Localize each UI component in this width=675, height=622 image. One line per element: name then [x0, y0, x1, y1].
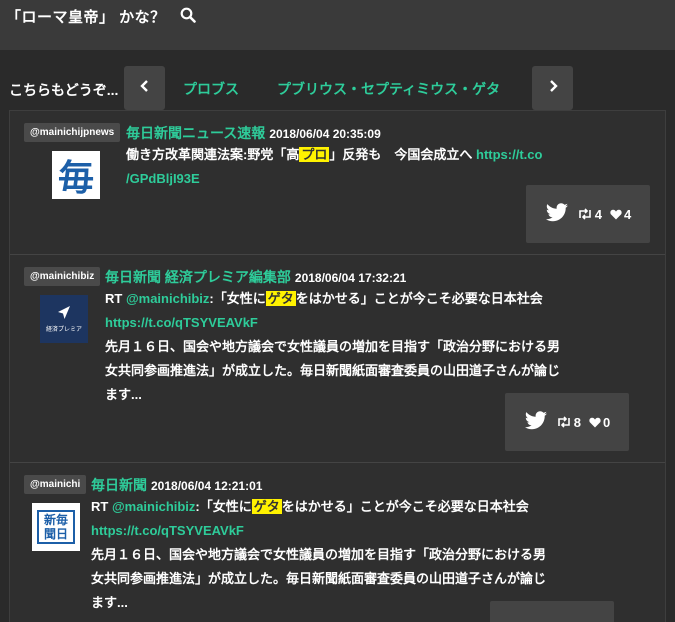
search-icon[interactable]	[180, 7, 196, 23]
handle-badge[interactable]: @mainichibiz	[24, 267, 101, 286]
text-line: 先月１６日、国会や地方議会で女性議員の増加を目指す「政治分野における男	[91, 547, 547, 562]
text-segment: 働き方改革関連法案:野党「高	[126, 147, 300, 162]
avatar[interactable]: 経済プレミア	[40, 295, 88, 343]
tweet-link[interactable]: https://t.co	[476, 147, 542, 162]
rt-prefix: RT	[91, 499, 112, 514]
heart-icon	[610, 209, 622, 219]
like-count[interactable]: 0	[589, 415, 610, 430]
heart-icon	[589, 417, 601, 427]
text-line: 先月１６日、国会や地方議会で女性議員の増加を目指す「政治分野における男	[105, 339, 561, 354]
like-count[interactable]: 4	[610, 207, 631, 222]
avatar[interactable]: 新毎 聞日	[32, 503, 80, 551]
tweet-actions[interactable]	[490, 601, 614, 622]
text-segment: :「女性に	[195, 499, 252, 514]
retweet-number: 4	[594, 206, 602, 222]
author-name[interactable]: 毎日新聞ニュース速報	[126, 125, 265, 141]
tweet-item: @mainichijpnews 毎 毎日新聞ニュース速報 2018/06/04 2…	[10, 111, 665, 255]
related-label: こちらもどうぞ...	[9, 82, 119, 98]
author-name[interactable]: 毎日新聞	[91, 477, 147, 493]
related-link-geta[interactable]: プブリウス・セプティミウス・ゲタ	[277, 79, 500, 99]
rt-handle-link[interactable]: @mainichibiz	[112, 499, 195, 514]
text-segment: :「女性に	[209, 291, 266, 306]
retweet-number: 8	[573, 414, 581, 430]
tweet-date: 2018/06/04 20:35:09	[269, 127, 381, 141]
keyword-highlight: プロ	[299, 147, 330, 162]
like-number: 0	[603, 414, 611, 430]
tweet-link[interactable]: https://t.co/qTSYVEAVkF	[105, 315, 258, 330]
arrow-logo-icon	[58, 306, 70, 319]
rt-handle-link[interactable]: @mainichibiz	[126, 291, 209, 306]
tweet-date: 2018/06/04 12:21:01	[151, 479, 263, 493]
keyword-highlight: ゲタ	[265, 291, 296, 306]
related-bar: こちらもどうぞ... プロブス プブリウス・セプティミウス・ゲタ	[0, 66, 675, 110]
text-line: 女共同参画推進法」が成立した。毎日新聞紙面審査委員の山田道子さんが論じ	[105, 363, 561, 378]
retweet-icon	[557, 416, 570, 428]
author-name[interactable]: 毎日新聞 経済プレミア編集部	[105, 269, 291, 285]
chevron-left-icon	[139, 79, 150, 97]
tweet-item: @mainichibiz 経済プレミア 毎日新聞 経済プレミア編集部 2018/0…	[10, 255, 665, 463]
tweet-header: 毎日新聞 経済プレミア編集部 2018/06/04 17:32:21	[105, 267, 406, 287]
retweet-icon	[578, 208, 591, 220]
handle-badge[interactable]: @mainichi	[24, 475, 87, 494]
like-number: 4	[624, 206, 632, 222]
keyword-highlight: ゲタ	[251, 499, 282, 514]
text-segment: をはかせる」ことが今こそ必要な日本社会	[295, 291, 543, 306]
newspaper-logo-icon: 新毎 聞日	[37, 510, 75, 544]
twitter-bird-icon[interactable]	[524, 410, 548, 434]
tweet-header: 毎日新聞 2018/06/04 12:21:01	[91, 475, 262, 495]
text-segment: 」反発も 今国会成立へ	[329, 147, 473, 162]
search-query-text[interactable]: 「ローマ皇帝」 かな？	[6, 6, 166, 27]
tweet-header: 毎日新聞ニュース速報 2018/06/04 20:35:09	[126, 123, 381, 143]
tweet-link-cont[interactable]: /GPdBljI93E	[126, 171, 200, 186]
retweet-count[interactable]: 8	[556, 415, 581, 430]
tweet-actions: 4 4	[526, 185, 650, 243]
tweet-feed: @mainichijpnews 毎 毎日新聞ニュース速報 2018/06/04 2…	[9, 110, 666, 622]
tweet-item: @mainichi 新毎 聞日 毎日新聞 2018/06/04 12:21:01 …	[10, 463, 665, 622]
retweet-count[interactable]: 4	[577, 207, 602, 222]
avatar[interactable]: 毎	[52, 151, 100, 199]
related-link-probus[interactable]: プロブス	[183, 79, 239, 99]
tweet-text: RT @mainichibiz:「女性に ゲタ をはかせる」ことが今こそ必要な日本社…	[105, 287, 660, 407]
prev-button[interactable]	[124, 66, 165, 110]
tweet-link[interactable]: https://t.co/qTSYVEAVkF	[91, 523, 244, 538]
handle-badge[interactable]: @mainichijpnews	[24, 123, 121, 142]
twitter-bird-icon[interactable]	[545, 202, 569, 226]
tweet-text: RT @mainichibiz:「女性に ゲタ をはかせる」ことが今こそ必要な日本社…	[91, 495, 661, 615]
logo-text: 聞日	[43, 527, 68, 541]
search-bar: 「ローマ皇帝」 かな？	[0, 0, 675, 50]
chevron-right-icon	[548, 79, 558, 97]
rt-prefix: RT	[105, 291, 126, 306]
tweet-actions: 8 0	[505, 393, 629, 451]
text-line: 女共同参画推進法」が成立した。毎日新聞紙面審査委員の山田道子さんが論じ	[91, 571, 547, 586]
text-segment: をはかせる」ことが今こそ必要な日本社会	[281, 499, 529, 514]
tweet-text: 働き方改革関連法案:野党「高 プロ 」反発も 今国会成立へ https://t.co…	[126, 143, 656, 191]
logo-text: 新毎	[43, 513, 68, 527]
tweet-date: 2018/06/04 17:32:21	[294, 271, 407, 285]
avatar-glyph: 毎	[57, 157, 94, 199]
next-button[interactable]	[532, 66, 573, 110]
avatar-caption: 経済プレミア	[45, 327, 82, 333]
